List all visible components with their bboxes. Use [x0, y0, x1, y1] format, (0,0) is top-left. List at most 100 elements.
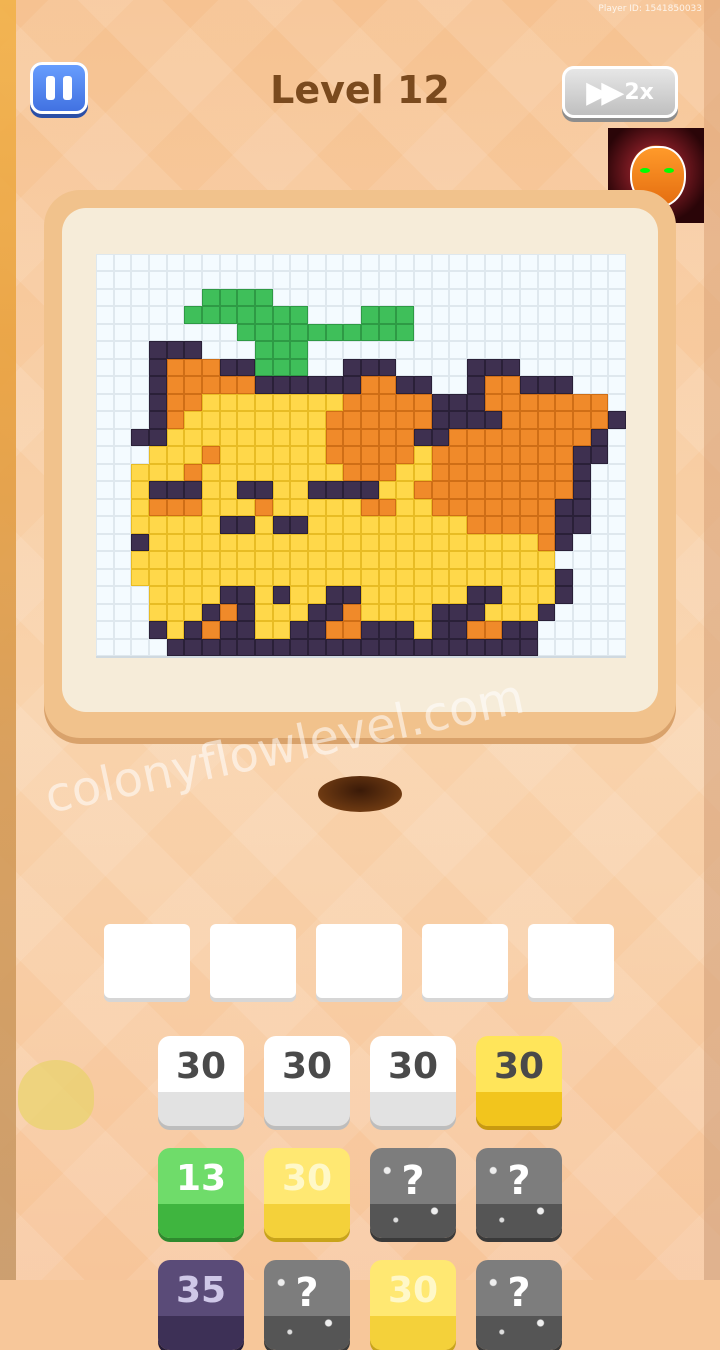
pixel-cell — [184, 446, 202, 464]
pixel-cell — [378, 621, 397, 639]
pixel-cell — [307, 463, 326, 482]
mystery-tile[interactable]: ? — [476, 1148, 562, 1238]
pixel-cell — [96, 341, 114, 359]
pixel-cell — [254, 376, 273, 394]
color-tile[interactable]: 30 — [370, 1260, 456, 1350]
pixel-cell — [131, 323, 149, 342]
pixel-cell — [502, 551, 520, 569]
pixel-cell — [184, 271, 202, 289]
tile-count: 30 — [493, 1046, 545, 1087]
pixel-cell — [184, 254, 202, 272]
pixel-cell — [272, 358, 291, 377]
pixel-cell — [148, 516, 167, 534]
pixel-cell — [272, 341, 291, 359]
pixel-cell — [537, 271, 556, 289]
pixel-cell — [272, 271, 291, 289]
pixel-cell — [272, 621, 291, 639]
pixel-cell — [219, 428, 238, 447]
pixel-cell — [396, 568, 414, 587]
pixel-cell — [519, 551, 538, 569]
pixel-cell — [272, 516, 291, 534]
pixel-cell — [254, 271, 273, 289]
pixel-cell — [96, 551, 114, 569]
pixel-cell — [307, 533, 326, 552]
pixel-cell — [325, 341, 344, 359]
color-tile[interactable]: 13 — [158, 1148, 244, 1238]
pixel-cell — [131, 393, 149, 412]
pixel-cell — [184, 516, 202, 534]
color-tile[interactable]: 30 — [370, 1036, 456, 1126]
pixel-cell — [502, 306, 520, 324]
pixel-cell — [431, 358, 450, 377]
pixel-cell — [360, 393, 379, 412]
pixel-cell — [201, 254, 220, 272]
mystery-tile[interactable]: ? — [476, 1260, 562, 1350]
pixel-cell — [237, 586, 255, 604]
pixel-cell — [378, 306, 397, 324]
pixel-cell — [307, 586, 326, 604]
pixel-cell — [272, 411, 291, 429]
pixel-cell — [555, 603, 573, 622]
pixel-cell — [343, 498, 361, 517]
pixel-cell — [396, 411, 414, 429]
pixel-cell — [343, 621, 361, 639]
pixel-cell — [466, 306, 485, 324]
pixel-cell — [360, 341, 379, 359]
pixel-cell — [378, 358, 397, 377]
empty-slot — [528, 924, 614, 998]
pixel-cell — [431, 603, 450, 622]
mystery-tile[interactable]: ? — [370, 1148, 456, 1238]
mystery-tile[interactable]: ? — [264, 1260, 350, 1350]
pixel-cell — [219, 481, 238, 499]
pixel-cell — [325, 568, 344, 587]
pixel-cell — [96, 323, 114, 342]
pixel-cell — [96, 393, 114, 412]
pixel-cell — [431, 323, 450, 342]
pixel-cell — [484, 341, 503, 359]
pixel-cell — [484, 288, 503, 307]
speed-button[interactable]: ▶▶ 2x — [562, 66, 678, 118]
pixel-cell — [378, 463, 397, 482]
pixel-cell — [396, 621, 414, 639]
pixel-cell — [219, 586, 238, 604]
empty-slot — [104, 924, 190, 998]
pixel-cell — [608, 481, 626, 499]
pixel-cell — [219, 446, 238, 464]
pixel-cell — [572, 463, 591, 482]
pixel-cell — [608, 288, 626, 307]
pixel-cell — [484, 306, 503, 324]
color-tile[interactable]: 30 — [476, 1036, 562, 1126]
pixel-cell — [413, 393, 432, 412]
pixel-cell — [96, 271, 114, 289]
pixel-cell — [113, 254, 132, 272]
pixel-cell — [201, 306, 220, 324]
pixel-cell — [378, 568, 397, 587]
pixel-cell — [307, 306, 326, 324]
pixel-cell — [484, 638, 503, 656]
color-tile[interactable]: 30 — [264, 1036, 350, 1126]
pixel-cell — [148, 586, 167, 604]
color-tile[interactable]: 30 — [264, 1148, 350, 1238]
color-tile[interactable]: 30 — [158, 1036, 244, 1126]
pixel-cell — [343, 603, 361, 622]
pixel-cell — [608, 411, 626, 429]
pixel-cell — [396, 638, 414, 656]
pixel-cell — [378, 498, 397, 517]
pixel-cell — [131, 411, 149, 429]
pixel-cell — [184, 463, 202, 482]
pixel-cell — [431, 306, 450, 324]
pixel-cell — [449, 341, 467, 359]
pixel-cell — [413, 323, 432, 342]
pixel-cell — [590, 586, 609, 604]
pixel-cell — [254, 341, 273, 359]
pixel-cell — [343, 254, 361, 272]
pixel-cell — [307, 638, 326, 656]
pixel-cell — [519, 586, 538, 604]
pixel-cell — [290, 306, 308, 324]
pixel-cell — [131, 498, 149, 517]
pixel-cell — [237, 254, 255, 272]
pixel-cell — [219, 288, 238, 307]
pixel-cell — [502, 411, 520, 429]
pixel-cell — [96, 376, 114, 394]
color-tile[interactable]: 35 — [158, 1260, 244, 1350]
